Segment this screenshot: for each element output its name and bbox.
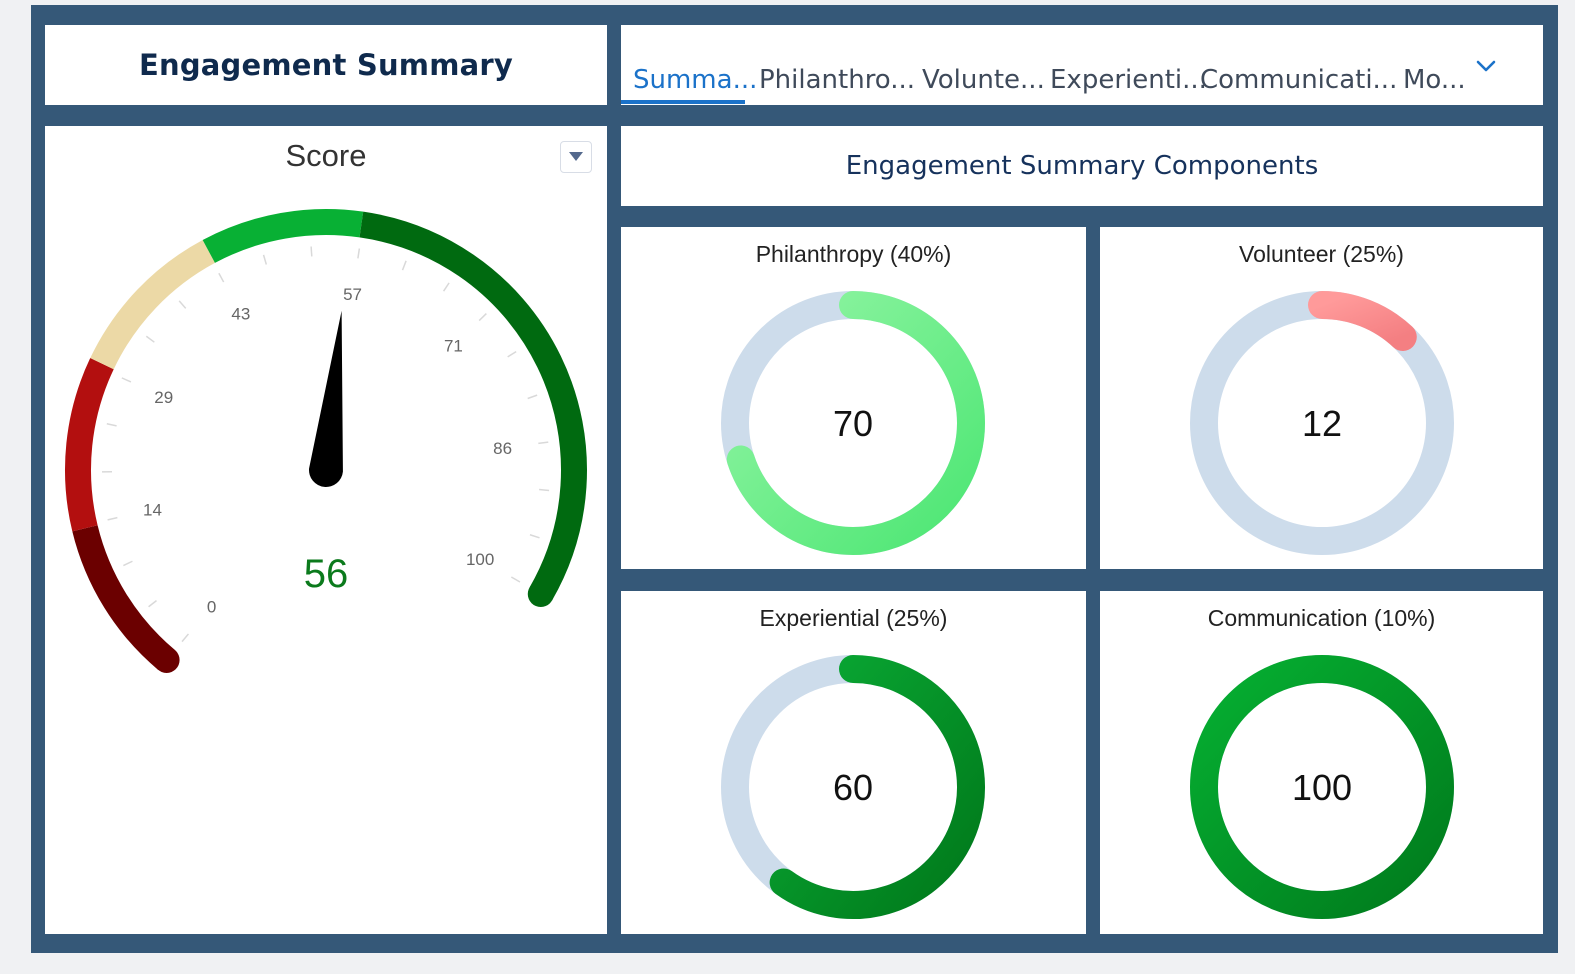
chevron-down-icon[interactable] (1473, 53, 1499, 79)
tab-volunteer[interactable]: Volunte... (922, 65, 1045, 95)
tab-summary[interactable]: Summa... (633, 65, 757, 95)
gauge-band (359, 211, 587, 601)
page-title: Engagement Summary (138, 48, 514, 82)
gauge-tick (178, 300, 187, 309)
score-gauge: 0 14 29 43 57 71 86 100 56 (65, 209, 587, 673)
philanthropy-donut: 70 (721, 291, 985, 555)
donut-title: Communication (10%) (1207, 605, 1436, 631)
gauge-tick (478, 313, 487, 322)
gauge-tick-label: 14 (143, 501, 162, 520)
gauge-tick (527, 394, 538, 400)
gauge-tick-label: 0 (207, 597, 216, 616)
gauge-tick (538, 441, 549, 445)
gauge-value: 56 (304, 552, 349, 596)
gauge-band (202, 209, 364, 263)
gauge-tick-label: 71 (444, 337, 463, 356)
donut-progress (1308, 291, 1417, 351)
volunteer-card: Volunteer (25%) 12 (1100, 227, 1543, 569)
gauge-tick (262, 254, 268, 265)
gauge-tick-label: 86 (493, 439, 512, 458)
gauge-tick (539, 488, 550, 492)
gauge-tick (529, 534, 540, 539)
gauge-tick (145, 335, 155, 343)
gauge-tick-label: 43 (231, 305, 250, 324)
donut-progress (769, 655, 985, 919)
gauge-tick (442, 282, 450, 292)
gauge-tick (123, 560, 133, 567)
gauge-band-cap (527, 581, 554, 607)
gauge-tick-label: 29 (154, 388, 173, 407)
components-header: Engagement Summary Components (621, 126, 1543, 206)
gauge-title: Score (285, 138, 367, 173)
donut-title: Philanthropy (40%) (755, 241, 952, 267)
components-title: Engagement Summary Components (845, 151, 1319, 181)
gauge-band-cap (153, 646, 180, 673)
gauge-tick (148, 600, 157, 608)
caret-down-icon (569, 152, 583, 161)
gauge-band (65, 358, 114, 532)
donut-title: Experiential (25%) (759, 605, 948, 631)
gauge-tick (107, 516, 118, 521)
score-gauge-panel: Score 0 14 29 43 57 71 86 100 56 (45, 126, 607, 934)
gauge-dropdown-button[interactable] (560, 141, 592, 173)
dashboard-frame: Engagement Summary Summa... Philanthro..… (31, 5, 1558, 953)
gauge-needle (308, 310, 343, 488)
tab-philanthropy[interactable]: Philanthro... (759, 65, 915, 95)
gauge-tick (401, 260, 407, 271)
active-tab-indicator (621, 100, 745, 104)
gauge-tick (357, 248, 361, 259)
tab-communication[interactable]: Communicati... (1200, 65, 1397, 95)
gauge-tick (121, 377, 132, 383)
gauge-tick-label: 57 (343, 285, 362, 304)
gauge-tick (310, 246, 313, 257)
gauge-tick (106, 423, 117, 427)
gauge-tick (218, 272, 225, 283)
donut-value: 70 (833, 403, 873, 444)
tab-more[interactable]: Mo... (1403, 65, 1466, 95)
donut-value: 100 (1292, 767, 1352, 808)
gauge-tick-label: 100 (466, 550, 494, 569)
experiential-donut: 60 (721, 655, 985, 919)
gauge-tick (510, 576, 521, 583)
experiential-card: Experiential (25%) 60 (621, 591, 1086, 934)
tab-experiential[interactable]: Experienti... (1050, 65, 1207, 95)
communication-donut: 100 (1190, 655, 1454, 919)
gauge-band (72, 525, 176, 670)
volunteer-donut: 12 (1190, 291, 1454, 555)
gauge-band (90, 239, 216, 370)
donut-title: Volunteer (25%) (1239, 241, 1404, 267)
gauge-tick (181, 633, 190, 643)
donut-value: 12 (1302, 403, 1342, 444)
header-panel: Engagement Summary (45, 25, 607, 105)
communication-card: Communication (10%) 100 (1100, 591, 1543, 934)
donut-value: 60 (833, 767, 873, 808)
tab-bar: Summa... Philanthro... Volunte... Experi… (621, 25, 1543, 105)
gauge-tick (507, 350, 517, 358)
philanthropy-card: Philanthropy (40%) 70 (621, 227, 1086, 569)
